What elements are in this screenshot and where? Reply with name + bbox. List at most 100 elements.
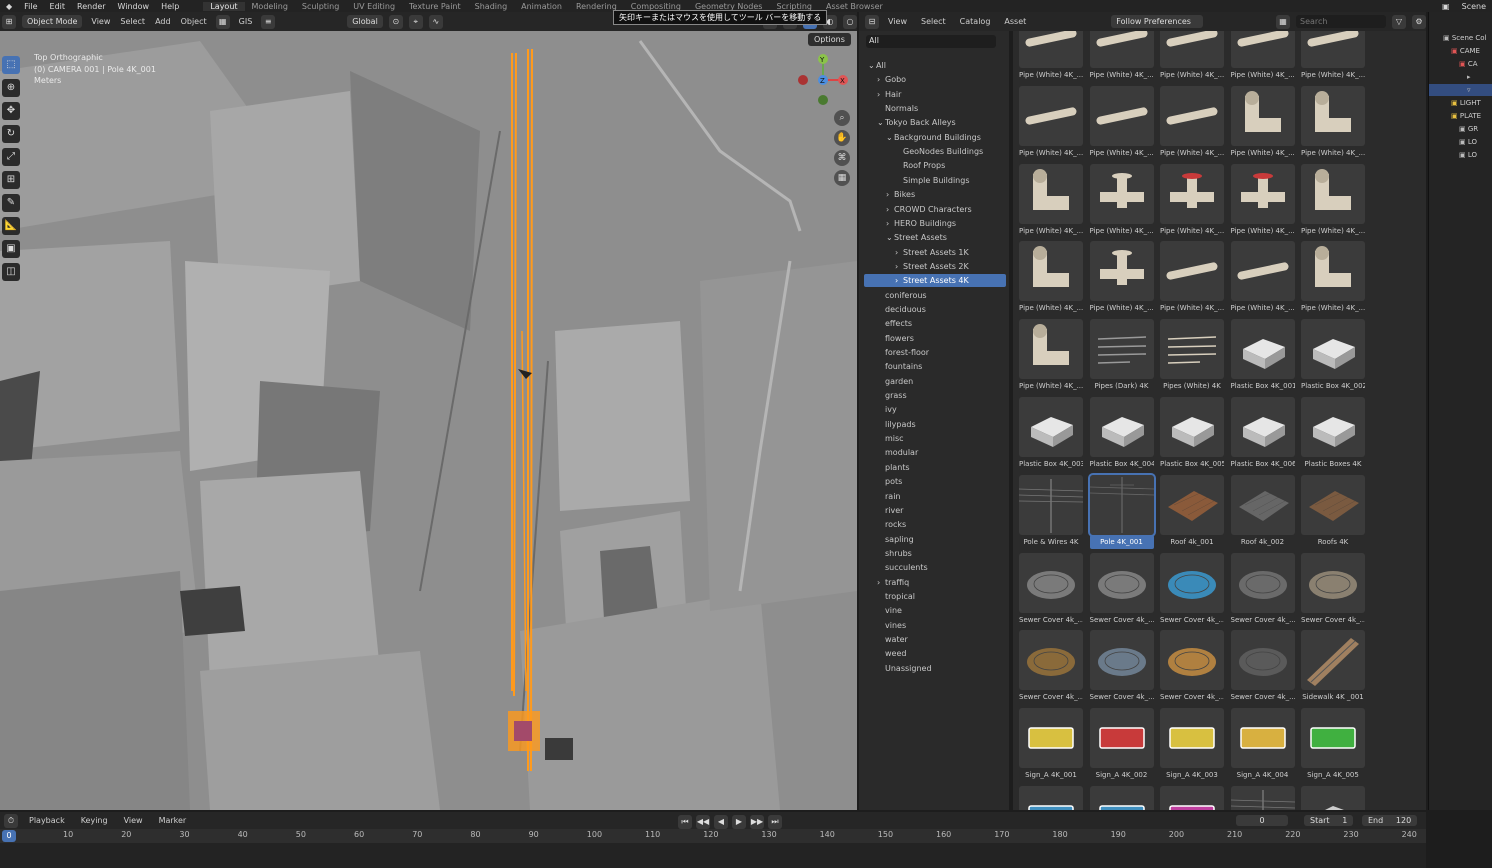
catalog-item[interactable]: › traffiq (864, 576, 1006, 589)
outliner-row[interactable]: ▣ PLATE (1429, 110, 1492, 122)
annotate-icon[interactable]: ✎ (2, 194, 20, 212)
catalog-item[interactable]: ⌄ Tokyo Back Alleys (864, 116, 1006, 129)
asset-tile[interactable]: Pipes (Dark) 4K (1089, 319, 1154, 393)
asset-tile[interactable]: Plastic Box 4K_002 (1301, 319, 1365, 393)
workspace-tab[interactable]: Modeling (245, 2, 295, 11)
catalog-item[interactable]: GeoNodes Buildings (864, 145, 1006, 158)
catalog-item[interactable]: vines (864, 619, 1006, 632)
catalog-item[interactable]: lilypads (864, 418, 1006, 431)
catalog-item[interactable]: rain (864, 490, 1006, 503)
workspace-tab[interactable]: Layout (203, 1, 245, 11)
catalog-item[interactable]: sapling (864, 533, 1006, 546)
editor-type-icon[interactable]: ⊞ (2, 14, 16, 29)
asset-tile[interactable]: Sign_A 4K_005 (1301, 708, 1365, 782)
menu-edit[interactable]: Edit (44, 2, 72, 11)
chevron-icon[interactable]: ⌄ (877, 116, 885, 129)
chevron-icon[interactable]: › (886, 217, 894, 230)
asset-tile[interactable]: Pipe (White) 4K_... (1301, 163, 1365, 238)
asset-tile[interactable]: Pipe (White) 4K_... (1019, 31, 1083, 82)
catalog-item[interactable]: forest-floor (864, 346, 1006, 359)
asset-tile[interactable]: Pipe (White) 4K_... (1019, 85, 1083, 160)
play-reverse-icon[interactable]: ◀ (714, 815, 728, 829)
asset-tile[interactable]: Sidewalk 4K _001 (1301, 630, 1365, 704)
asset-tile[interactable]: Sign_A 4K_004 (1230, 708, 1295, 782)
viewport-menu-select[interactable]: Select (117, 17, 148, 26)
asset-tile[interactable]: Pole 4K_001 (1087, 472, 1156, 549)
asset-tile[interactable]: Pipe (White) 4K_... (1230, 241, 1295, 315)
chevron-icon[interactable]: ⌄ (868, 59, 876, 72)
catalog-item[interactable]: coniferous (864, 289, 1006, 302)
catalog-item[interactable]: river (864, 504, 1006, 517)
import-method-dropdown[interactable]: Follow Preferences (1111, 15, 1204, 28)
catalog-item[interactable]: › CROWD Characters (864, 203, 1006, 216)
catalog-item[interactable]: tropical (864, 590, 1006, 603)
catalog-item[interactable]: fountains (864, 360, 1006, 373)
chevron-icon[interactable]: ⌄ (886, 231, 894, 244)
prev-key-icon[interactable]: ◀◀ (696, 815, 710, 829)
measure-icon[interactable]: 📐 (2, 217, 20, 235)
catalog-item[interactable]: garden (864, 375, 1006, 388)
shading-rendered-icon[interactable]: ○ (843, 14, 857, 29)
move-icon[interactable]: ✥ (2, 102, 20, 120)
asset-menu-view[interactable]: View (885, 17, 910, 26)
proportional-icon[interactable]: ∿ (428, 14, 443, 29)
chevron-icon[interactable]: ⌄ (886, 131, 894, 144)
asset-tile[interactable]: Pipes (White) 4K (1160, 319, 1224, 393)
outliner-row[interactable]: ▣ LIGHT (1429, 97, 1492, 109)
jump-start-icon[interactable]: ⏮ (678, 815, 692, 829)
next-key-icon[interactable]: ▶▶ (750, 815, 764, 829)
3d-viewport[interactable]: Top Orthographic (0) CAMERA 001 | Pole 4… (0, 31, 857, 810)
navigation-gizmo[interactable]: Y Z X (796, 51, 856, 111)
chevron-icon[interactable]: › (877, 88, 885, 101)
outliner-row[interactable]: ▸ (1429, 71, 1492, 83)
playhead[interactable]: 0 (2, 830, 16, 842)
asset-tile[interactable]: Sewer Cover 4k_... (1301, 552, 1365, 627)
start-frame-field[interactable]: Start 1 (1304, 815, 1354, 826)
asset-tile[interactable]: Plastic Box 4K_006 (1230, 397, 1295, 471)
asset-tile[interactable] (1230, 786, 1295, 810)
settings-gear-icon[interactable]: ⚙ (1412, 14, 1426, 29)
catalog-item[interactable]: deciduous (864, 303, 1006, 316)
asset-tile[interactable]: Pipe (White) 4K_... (1160, 31, 1224, 82)
viewport-menu-view[interactable]: View (88, 17, 113, 26)
gis-menu[interactable]: GIS (236, 17, 256, 26)
collection-icon[interactable]: ▦ (215, 14, 230, 29)
workspace-tab[interactable]: Texture Paint (402, 2, 468, 11)
asset-tile[interactable]: Roofs 4K (1301, 474, 1365, 549)
asset-tile[interactable]: Pipe (White) 4K_... (1230, 85, 1295, 160)
asset-tile[interactable]: Sign_A 4K_001 (1019, 708, 1083, 782)
asset-tile[interactable] (1160, 786, 1224, 810)
catalog-item[interactable]: shrubs (864, 547, 1006, 560)
asset-tile[interactable]: Roof 4k_001 (1160, 474, 1224, 549)
workspace-tab[interactable]: Shading (468, 2, 515, 11)
asset-tile[interactable]: Pipe (White) 4K_... (1301, 241, 1365, 315)
add-cube-icon[interactable]: ▣ (2, 240, 20, 258)
asset-tile[interactable] (1089, 786, 1154, 810)
asset-tile[interactable]: Pipe (White) 4K_... (1230, 163, 1295, 238)
layers-icon[interactable]: ≡ (261, 14, 276, 29)
asset-tile[interactable]: Sewer Cover 4k_... (1230, 630, 1295, 704)
catalog-item[interactable]: ⌄ All (864, 59, 1006, 72)
scene-selector[interactable]: Scene (1456, 2, 1492, 11)
asset-tile[interactable]: Plastic Box 4K_005 (1160, 397, 1224, 471)
catalog-item[interactable]: plants (864, 461, 1006, 474)
catalog-item[interactable]: › Street Assets 4K (864, 274, 1006, 288)
asset-tile[interactable]: Pipe (White) 4K_... (1301, 85, 1365, 160)
asset-tile[interactable]: Pipe (White) 4K_... (1160, 85, 1224, 160)
outliner-row[interactable]: ▣ Scene Col (1429, 32, 1492, 44)
menu-file[interactable]: File (18, 2, 43, 11)
asset-tile[interactable]: Sewer Cover 4k_... (1019, 552, 1083, 627)
asset-tile[interactable]: Plastic Box 4K_003 (1019, 397, 1083, 471)
chevron-icon[interactable]: › (886, 188, 894, 201)
catalog-item[interactable]: Simple Buildings (864, 174, 1006, 187)
timeline-menu-view[interactable]: View (121, 816, 146, 825)
asset-tile[interactable] (1301, 786, 1365, 810)
play-icon[interactable]: ▶ (732, 815, 746, 829)
outliner-row[interactable]: ▿ (1429, 84, 1492, 96)
cursor-icon[interactable]: ⊕ (2, 79, 20, 97)
asset-search-input[interactable] (1296, 15, 1386, 28)
asset-tile[interactable]: Pipe (White) 4K_... (1019, 241, 1083, 315)
chevron-icon[interactable]: › (895, 246, 903, 259)
catalog-item[interactable]: › HERO Buildings (864, 217, 1006, 230)
asset-tile[interactable]: Plastic Boxes 4K (1301, 397, 1365, 471)
